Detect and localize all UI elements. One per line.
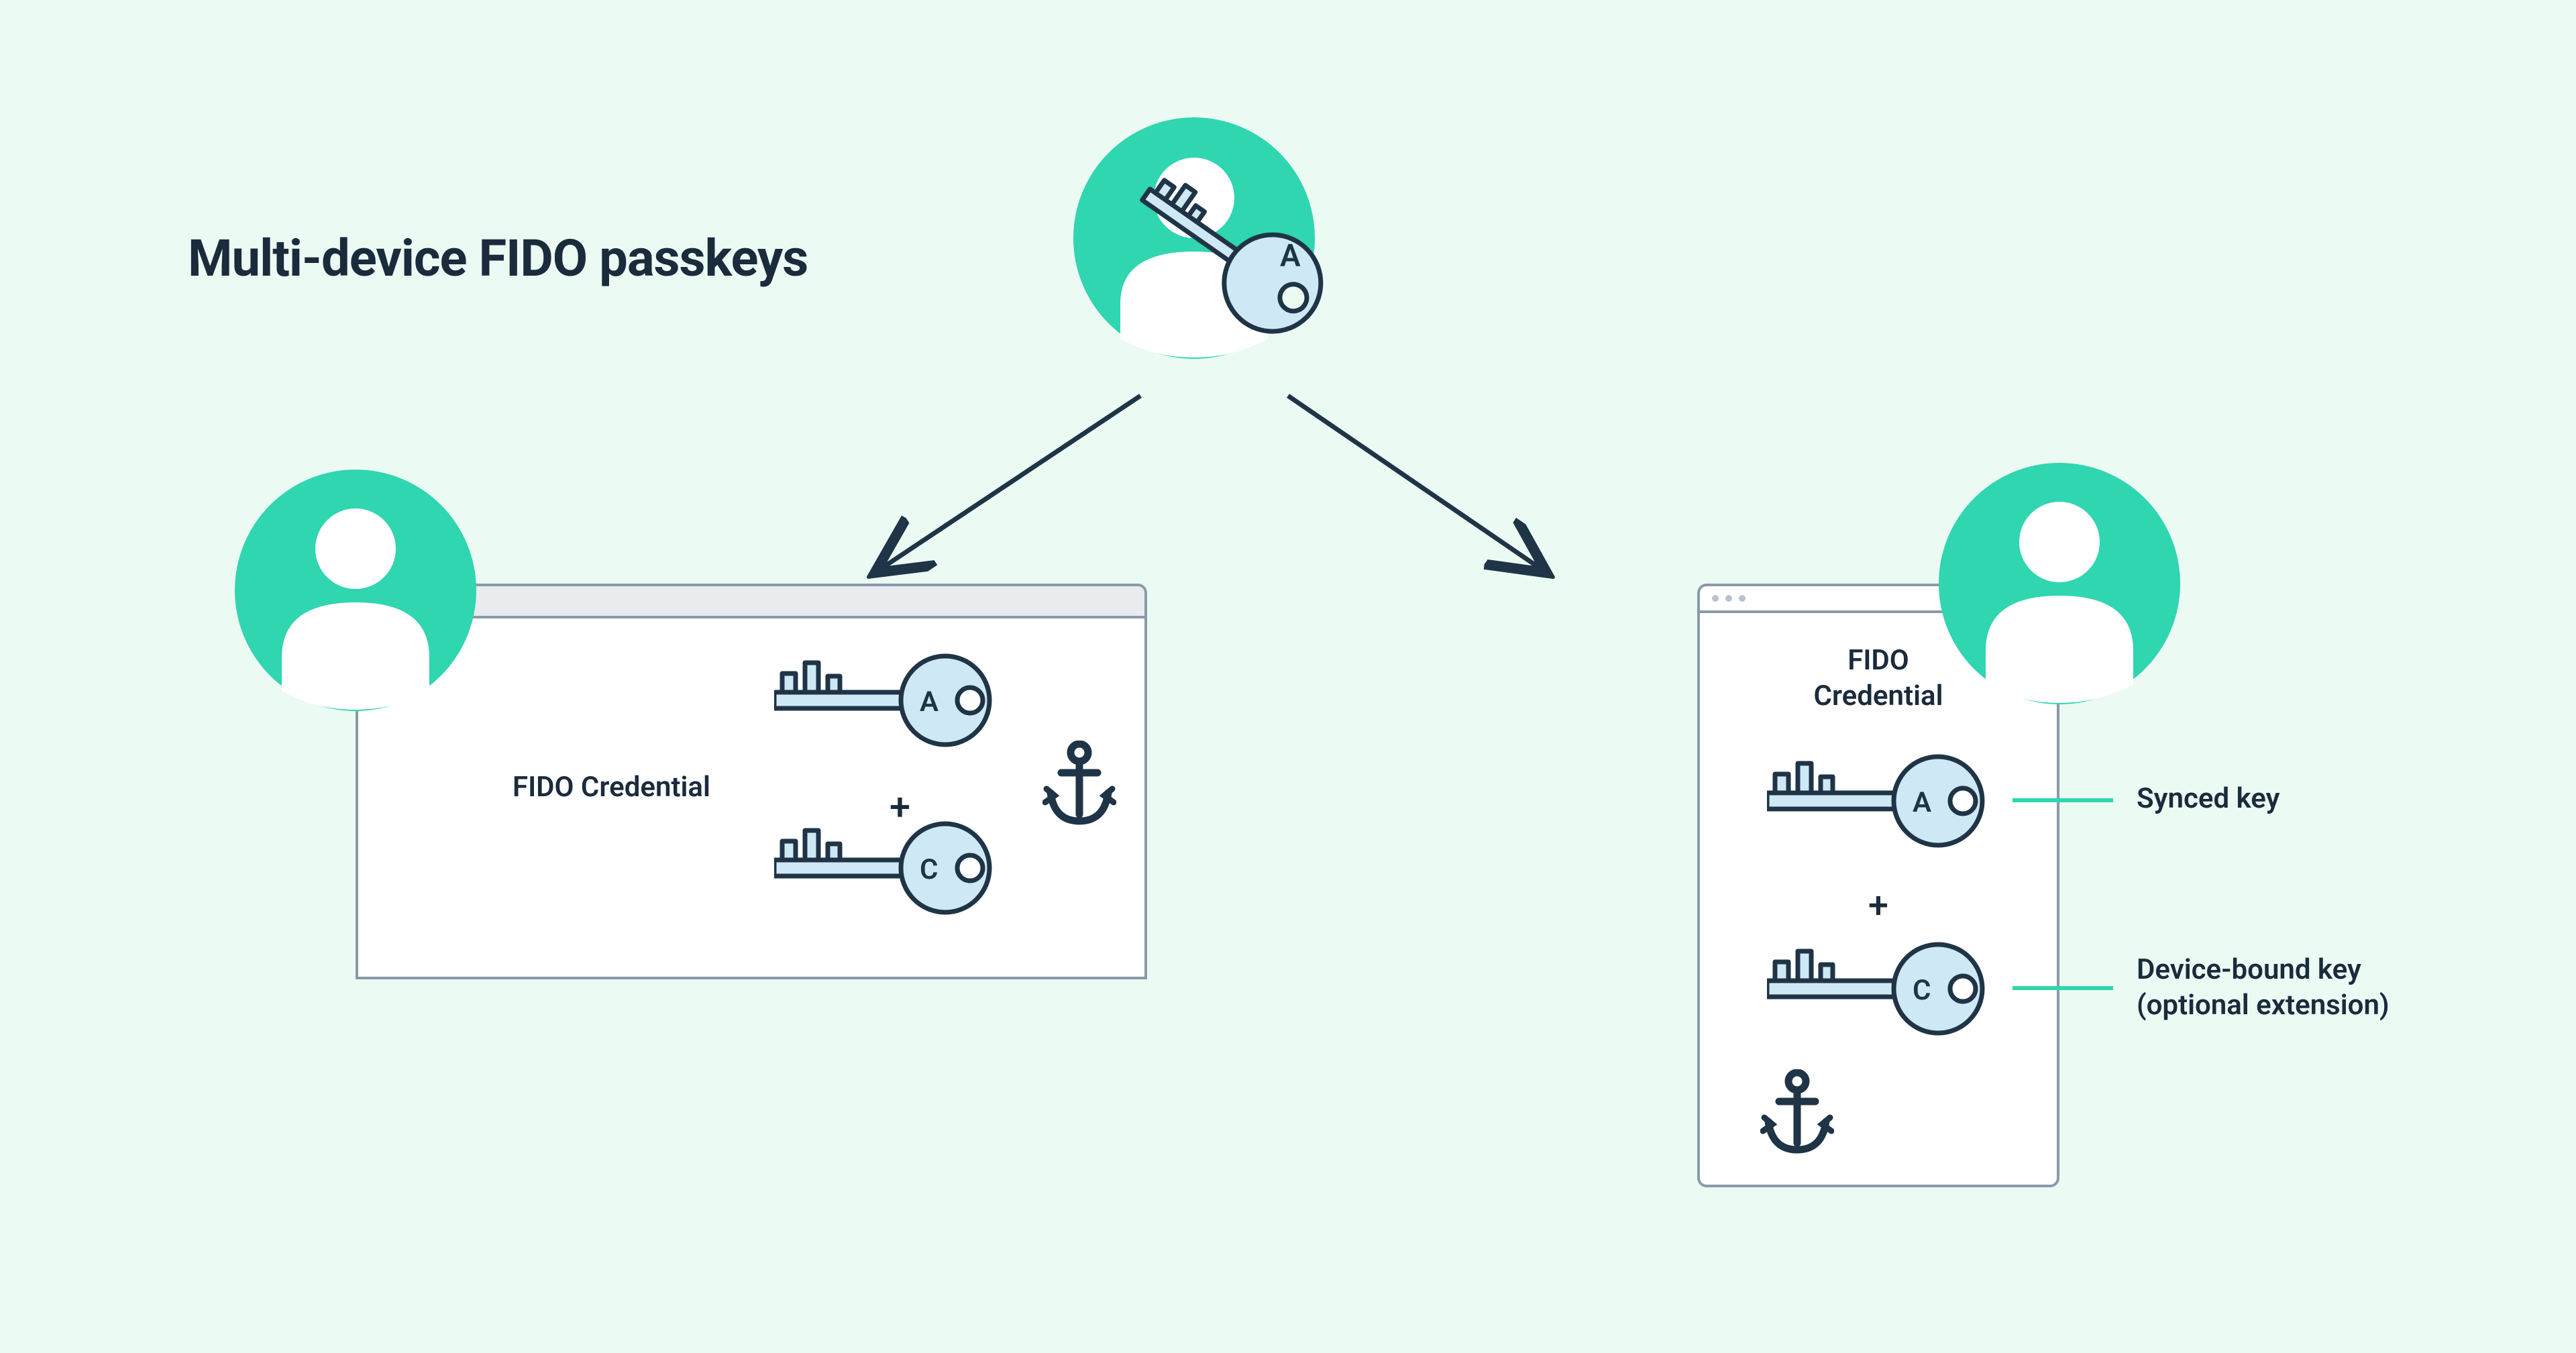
- anchor-icon: [1760, 1069, 1834, 1159]
- top-user-key-group: A: [1060, 111, 1409, 392]
- anchor-icon: [1042, 741, 1116, 830]
- legend-device-bound-label: Device-bound key (optional extension): [2137, 953, 2390, 1023]
- window-dot-icon: [1725, 595, 1732, 602]
- mobile-key-c: C: [1767, 942, 2002, 1038]
- mobile-user-avatar: [1932, 456, 2187, 714]
- arrow-right-icon: [1288, 396, 1543, 570]
- diagram-title: Multi-device FIDO passkeys: [188, 228, 808, 288]
- key-icon: [1767, 757, 1982, 845]
- browser-credential-label: FIDO Credential: [513, 771, 710, 804]
- arrows-group: [792, 376, 1597, 604]
- arrow-left-icon: [879, 396, 1140, 570]
- browser-user-avatar: [228, 463, 483, 720]
- key-icon: [774, 824, 989, 912]
- browser-key-c: C: [774, 821, 1009, 918]
- top-key-letter: A: [1280, 238, 1301, 274]
- legend-connector-icon: [2012, 798, 2113, 802]
- label-line: Device-bound key: [2137, 953, 2361, 986]
- plus-symbol: +: [1868, 885, 1888, 927]
- label-line: (optional extension): [2137, 989, 2390, 1022]
- label-line: Credential: [1814, 680, 1943, 712]
- key-letter: A: [920, 686, 938, 718]
- key-letter: A: [1913, 786, 1931, 819]
- legend-synced-label: Synced key: [2137, 781, 2280, 817]
- window-dot-icon: [1739, 595, 1746, 602]
- window-dot-icon: [1712, 595, 1719, 602]
- key-letter: C: [1913, 974, 1931, 1007]
- key-icon: [774, 656, 989, 745]
- mobile-key-a: A: [1767, 754, 2002, 851]
- browser-key-a: A: [774, 653, 1009, 750]
- legend-connector-icon: [2012, 986, 2113, 990]
- label-line: FIDO: [1847, 644, 1909, 677]
- key-letter: C: [920, 853, 938, 886]
- key-icon: [1767, 944, 1982, 1033]
